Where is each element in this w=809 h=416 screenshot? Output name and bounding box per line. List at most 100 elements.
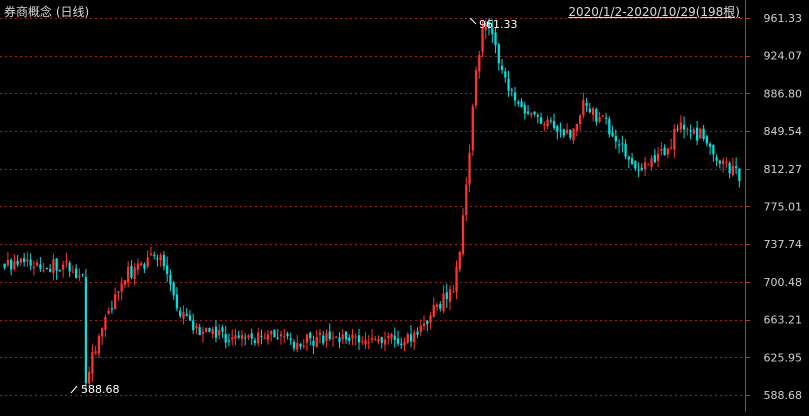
- candle-body: [595, 109, 598, 122]
- y-tick-label: 849.54: [764, 125, 803, 138]
- candle-body: [240, 335, 244, 339]
- y-tick-label: 737.74: [764, 238, 803, 251]
- candle-body: [543, 124, 546, 126]
- candle-body: [370, 338, 374, 340]
- candle-body: [660, 149, 663, 151]
- candle-body: [497, 44, 500, 64]
- candle-body: [676, 128, 679, 130]
- candle-body: [331, 338, 335, 340]
- candle-body: [504, 71, 507, 78]
- candle-body: [582, 100, 585, 116]
- candle-body: [263, 337, 266, 339]
- candle-body: [448, 289, 452, 302]
- candle-body: [130, 265, 133, 278]
- candle-body: [416, 331, 419, 335]
- candle-body: [39, 264, 42, 269]
- candle-body: [159, 254, 162, 261]
- candle-body: [500, 65, 504, 70]
- candle-body: [569, 129, 572, 138]
- candle-body: [679, 122, 682, 130]
- candle-body: [621, 143, 624, 145]
- candle-body: [104, 316, 107, 330]
- candle-body: [374, 338, 377, 340]
- candle-body: [598, 117, 601, 122]
- candle-body: [179, 310, 182, 317]
- candle-body: [699, 128, 702, 139]
- candle-body: [84, 277, 88, 384]
- candle-body: [279, 334, 283, 337]
- candle-body: [26, 259, 29, 262]
- candle-body: [292, 341, 296, 349]
- candle-body: [507, 78, 510, 91]
- low-price-label: 588.68: [81, 383, 120, 396]
- candle-body: [6, 260, 10, 266]
- candle-body: [565, 129, 569, 134]
- candle-body: [19, 258, 23, 263]
- candle-body: [175, 294, 179, 309]
- date-range-link[interactable]: 2020/1/2-2020/10/29(198根): [568, 3, 740, 20]
- candle-body: [406, 334, 409, 343]
- candle-body: [520, 101, 523, 107]
- candle-body: [110, 308, 114, 310]
- candle-body: [120, 283, 123, 292]
- chart-area: 961.33 924.07 886.80 849.54 812.27 775.01 737.…: [0, 0, 809, 412]
- candle-body: [244, 337, 247, 339]
- y-tick-label: 625.95: [764, 351, 803, 364]
- candle-body: [650, 158, 653, 168]
- candle-body: [669, 147, 673, 149]
- candle-body: [728, 162, 731, 174]
- candle-body: [731, 165, 735, 176]
- candle-body: [627, 156, 630, 160]
- candle-body: [689, 130, 692, 132]
- candle-body: [526, 111, 530, 114]
- candle-body: [578, 115, 582, 125]
- candle-body: [149, 253, 153, 256]
- candle-body: [455, 266, 458, 293]
- candle-body: [611, 132, 614, 137]
- candle-body: [247, 335, 250, 338]
- candle-body: [715, 157, 718, 161]
- candle-body: [380, 337, 383, 343]
- candle-body: [536, 115, 539, 117]
- candle-body: [97, 336, 101, 354]
- candle-body: [188, 315, 192, 321]
- candle-body: [396, 338, 400, 344]
- candle-body: [146, 257, 149, 267]
- candle-body: [273, 329, 276, 338]
- candle-body: [445, 292, 448, 299]
- candle-body: [32, 267, 36, 269]
- candle-body: [91, 351, 94, 374]
- candle-body: [562, 129, 565, 136]
- candle-body: [702, 128, 705, 140]
- candle-body: [42, 270, 45, 272]
- candle-body: [692, 129, 695, 134]
- candle-body: [478, 54, 481, 72]
- candle-body: [78, 275, 81, 278]
- candle-body: [387, 335, 390, 338]
- y-tick-label: 961.33: [764, 12, 803, 25]
- candle-body: [88, 371, 91, 384]
- candle-body: [712, 145, 715, 155]
- y-tick-label: 775.01: [764, 200, 803, 213]
- candle-body: [101, 328, 104, 337]
- candle-body: [718, 160, 722, 164]
- candle-body: [591, 108, 595, 115]
- candle-body: [62, 264, 65, 270]
- candle-body: [556, 126, 559, 132]
- candle-body: [585, 102, 588, 106]
- candle-body: [305, 334, 309, 343]
- candle-body: [211, 329, 214, 335]
- candle-body: [45, 267, 49, 269]
- candle-body: [400, 343, 403, 345]
- candle-body: [162, 254, 166, 267]
- candle-body: [364, 339, 367, 345]
- candle-body: [695, 127, 699, 141]
- candle-body: [530, 113, 533, 115]
- candle-body: [341, 334, 344, 340]
- candle-body: [156, 258, 159, 260]
- candle-body: [471, 106, 474, 151]
- candle-body: [663, 147, 666, 155]
- candle-body: [344, 331, 348, 340]
- candle-body: [231, 337, 234, 340]
- candle-body: [708, 143, 712, 147]
